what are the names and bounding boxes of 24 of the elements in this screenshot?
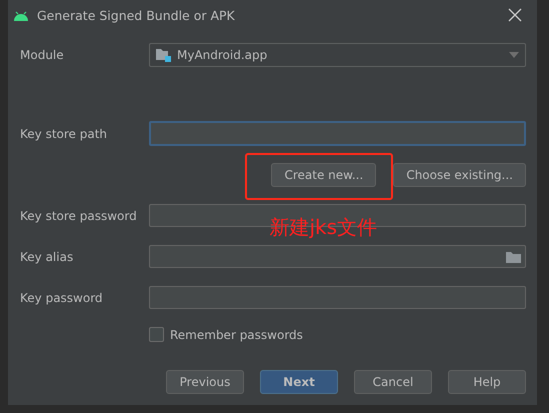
field-label: Module xyxy=(20,48,65,62)
checkbox[interactable] xyxy=(149,327,164,342)
field-label: Key store password xyxy=(20,208,138,222)
module-dropdown[interactable]: MyAndroid.app xyxy=(149,43,526,67)
field-label: Key store path xyxy=(20,126,108,140)
choose-existing-button[interactable]: Choose existing... xyxy=(393,163,526,187)
checkbox-label[interactable]: Remember passwords xyxy=(170,328,303,342)
key-store-path-field[interactable] xyxy=(149,121,526,146)
dialog-button[interactable]: Cancel xyxy=(354,370,432,394)
window-title: Generate Signed Bundle or APK xyxy=(37,8,236,22)
dialog-button[interactable]: Previous xyxy=(166,370,244,394)
module-icon xyxy=(156,48,171,62)
field-label: Key password xyxy=(20,290,104,304)
create-new-button[interactable]: Create new... xyxy=(271,163,376,187)
dialog-button[interactable]: Help xyxy=(448,370,526,394)
dialog-button[interactable]: Next xyxy=(260,370,338,394)
annotation-text: 新建jks文件 xyxy=(269,214,378,241)
caret-icon xyxy=(509,52,519,58)
close-button[interactable] xyxy=(508,8,522,22)
folder-icon[interactable] xyxy=(506,250,521,262)
password-field[interactable] xyxy=(149,286,526,309)
android-icon xyxy=(13,10,29,20)
field-label: Key alias xyxy=(20,250,74,264)
text-field[interactable] xyxy=(149,245,526,268)
